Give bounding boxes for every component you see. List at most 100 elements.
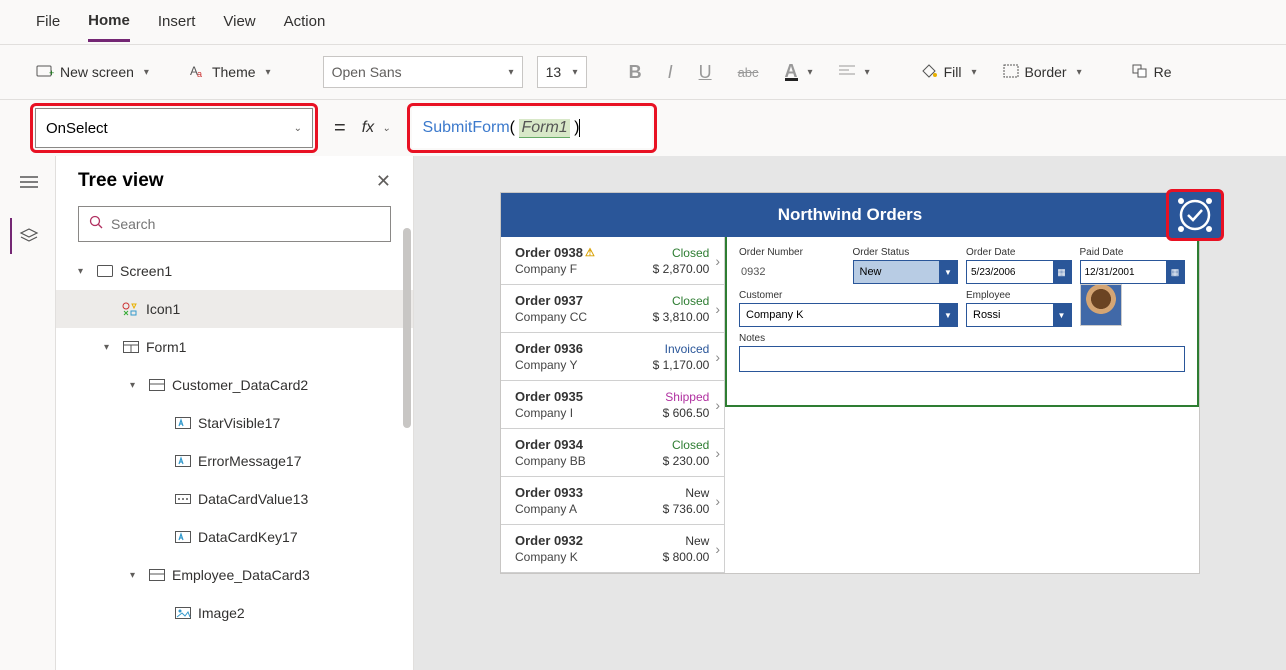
field-order-date: Order Date 5/23/2006 ▦: [966, 247, 1072, 284]
chevron-down-icon: ▼: [939, 261, 957, 283]
formula-input[interactable]: SubmitForm( Form1 ): [412, 108, 652, 148]
underline-button[interactable]: U: [693, 58, 718, 87]
order-company: Company BB: [515, 454, 586, 468]
order-date-label: Order Date: [966, 247, 1072, 258]
theme-icon: Aa: [190, 64, 206, 81]
new-screen-button[interactable]: + New screen ▾: [30, 60, 155, 85]
strike-button[interactable]: abc: [732, 61, 765, 84]
order-number-value: 0932: [739, 260, 845, 284]
chevron-down-icon: ▼: [1053, 304, 1071, 326]
order-number: Order 0933: [515, 485, 583, 500]
italic-button[interactable]: I: [662, 58, 679, 87]
bold-button[interactable]: B: [623, 58, 648, 87]
employee-label: Employee: [966, 290, 1072, 301]
order-list-item[interactable]: Order 0932 Company K New $ 800.00 ›: [501, 525, 724, 573]
tree-item[interactable]: ▾ Employee_DataCard3: [56, 556, 413, 594]
fill-button[interactable]: Fill ▾: [914, 59, 983, 86]
order-number: Order 0935: [515, 389, 583, 404]
expand-toggle-icon[interactable]: ▾: [104, 342, 116, 353]
notes-input[interactable]: [739, 346, 1185, 372]
tree-item[interactable]: DataCardKey17: [56, 518, 413, 556]
tree-item[interactable]: StarVisible17: [56, 404, 413, 442]
order-list-item[interactable]: Order 0936 Company Y Invoiced $ 1,170.00…: [501, 333, 724, 381]
menu-view[interactable]: View: [223, 3, 255, 40]
border-label: Border: [1025, 64, 1067, 80]
tree-item[interactable]: ▾ Customer_DataCard2: [56, 366, 413, 404]
font-color-button[interactable]: A ▾: [779, 60, 819, 85]
paid-date-picker[interactable]: 12/31/2001 ▦: [1080, 260, 1186, 284]
order-list-item[interactable]: Order 0933 Company A New $ 736.00 ›: [501, 477, 724, 525]
order-list-item[interactable]: Order 0935 Company I Shipped $ 606.50 ›: [501, 381, 724, 429]
property-dropdown[interactable]: OnSelect ⌄: [35, 108, 313, 148]
tree-item[interactable]: Icon1: [56, 290, 413, 328]
align-button[interactable]: ▾: [833, 60, 876, 85]
tree-search-input[interactable]: [111, 216, 380, 232]
order-list-item[interactable]: Order 0938⚠ Company F Closed $ 2,870.00 …: [501, 237, 724, 285]
tree-item[interactable]: DataCardValue13: [56, 480, 413, 518]
border-button[interactable]: Border ▾: [997, 60, 1088, 85]
order-amount: $ 1,170.00: [653, 358, 710, 372]
font-name-select[interactable]: Open Sans ▾: [323, 56, 523, 88]
tree-item-label: Customer_DataCard2: [172, 377, 308, 393]
tree-item[interactable]: ErrorMessage17: [56, 442, 413, 480]
menu-home[interactable]: Home: [88, 2, 130, 42]
tree-view-tab[interactable]: [10, 218, 46, 254]
chevron-right-icon: ›: [715, 493, 720, 509]
order-date-picker[interactable]: 5/23/2006 ▦: [966, 260, 1072, 284]
chevron-right-icon: ›: [715, 541, 720, 557]
expand-toggle-icon[interactable]: ▾: [130, 380, 142, 391]
order-gallery[interactable]: Order 0938⚠ Company F Closed $ 2,870.00 …: [501, 237, 725, 573]
order-status-combo[interactable]: New ▼: [853, 260, 959, 284]
hamburger-icon: [20, 175, 38, 189]
employee-combo[interactable]: Rossi ▼: [966, 303, 1072, 327]
tree-item[interactable]: ▾ Screen1: [56, 252, 413, 290]
order-company: Company I: [515, 406, 583, 420]
notes-label: Notes: [739, 333, 1185, 344]
order-list-item[interactable]: Order 0937 Company CC Closed $ 3,810.00 …: [501, 285, 724, 333]
customer-combo[interactable]: Company K ▼: [739, 303, 958, 327]
font-size-select[interactable]: 13 ▾: [537, 56, 587, 88]
menu-insert[interactable]: Insert: [158, 3, 196, 40]
fill-label: Fill: [944, 64, 962, 80]
tree-view-title: Tree view: [78, 170, 164, 192]
iconset-icon: [122, 302, 140, 316]
order-form: Order Number 0932 Order Status New ▼ Ord…: [725, 237, 1199, 407]
chevron-down-icon: ▾: [808, 67, 813, 78]
calendar-icon: ▦: [1053, 261, 1071, 283]
label-icon: [174, 455, 192, 467]
formula-highlight-box: SubmitForm( Form1 ): [407, 103, 657, 153]
scrollbar-thumb[interactable]: [403, 228, 411, 428]
order-amount: $ 2,870.00: [653, 262, 710, 276]
tree-item[interactable]: Image2: [56, 594, 413, 632]
order-company: Company A: [515, 502, 583, 516]
save-icon-selection[interactable]: [1166, 189, 1224, 241]
order-status: New: [685, 486, 709, 500]
tree-item-label: DataCardValue13: [198, 491, 308, 507]
reorder-button[interactable]: Re: [1126, 60, 1178, 85]
order-list-item[interactable]: Order 0934 Company BB Closed $ 230.00 ›: [501, 429, 724, 477]
close-panel-button[interactable]: ✕: [376, 171, 391, 192]
tree-item-label: Form1: [146, 339, 186, 355]
tree-item[interactable]: ▾ Form1: [56, 328, 413, 366]
expand-toggle-icon[interactable]: ▾: [130, 570, 142, 581]
tree-view-panel: Tree view ✕ ▾ Screen1 Icon1▾ Form1▾ Cust…: [56, 156, 414, 670]
property-highlight-box: OnSelect ⌄: [30, 103, 318, 153]
fx-button[interactable]: fx ⌄: [362, 119, 391, 137]
tree-search-box[interactable]: [78, 206, 391, 242]
chevron-right-icon: ›: [715, 301, 720, 317]
field-employee: Employee Rossi ▼: [966, 290, 1072, 327]
order-number: Order 0936: [515, 341, 583, 356]
tree-list: ▾ Screen1 Icon1▾ Form1▾ Customer_DataCar…: [56, 252, 413, 670]
customer-value: Company K: [746, 309, 803, 321]
expand-toggle-icon[interactable]: ▾: [78, 266, 90, 277]
canvas[interactable]: Northwind Orders Order 0938⚠ Company F C…: [414, 156, 1286, 670]
order-amount: $ 3,810.00: [653, 310, 710, 324]
left-rail: [0, 156, 56, 670]
order-number-label: Order Number: [739, 247, 845, 258]
hamburger-button[interactable]: [10, 164, 46, 200]
menu-file[interactable]: File: [36, 3, 60, 40]
reorder-label: Re: [1154, 64, 1172, 80]
warning-icon: ⚠: [585, 246, 595, 259]
theme-button[interactable]: Aa Theme ▾: [184, 60, 277, 85]
menu-action[interactable]: Action: [284, 3, 326, 40]
